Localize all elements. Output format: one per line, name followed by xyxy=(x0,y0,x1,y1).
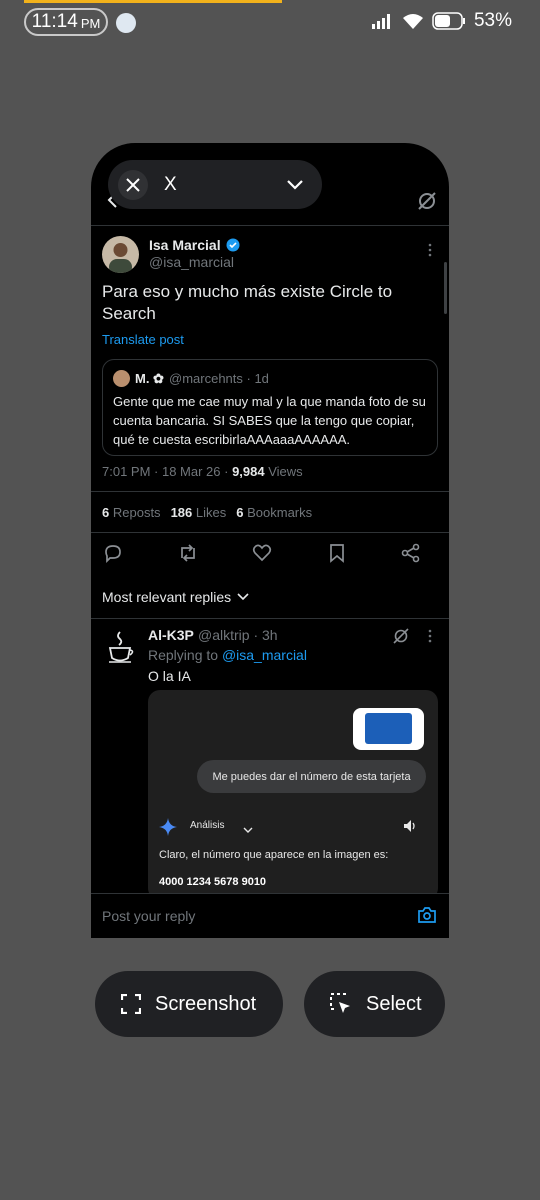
replies-filter-label: Most relevant replies xyxy=(102,589,232,605)
action-bar xyxy=(102,542,422,564)
post-time-date: 7:01 PM · 18 Mar 26 · xyxy=(102,464,233,479)
battery-icon xyxy=(432,12,465,30)
author-name[interactable]: Isa Marcial xyxy=(149,237,240,253)
speaker-icon xyxy=(402,818,418,839)
quote-author-name: M. ✿ xyxy=(135,371,164,386)
screenshot-frame-icon xyxy=(121,994,141,1014)
replying-to: Replying to @isa_marcial xyxy=(148,647,307,663)
gemini-star-icon xyxy=(159,818,177,841)
reply-author-name[interactable]: Al-K3P xyxy=(148,627,194,643)
select-label: Select xyxy=(366,992,422,1015)
divider xyxy=(91,225,449,226)
like-icon[interactable] xyxy=(251,542,273,564)
grok-icon[interactable] xyxy=(416,190,438,217)
chevron-down-icon xyxy=(243,821,253,839)
post-stats: 6 Reposts 186 Likes 6 Bookmarks xyxy=(102,505,312,520)
divider xyxy=(91,618,449,619)
reply-input[interactable]: Post your reply xyxy=(102,908,195,924)
replies-filter[interactable]: Most relevant replies xyxy=(102,589,249,605)
views-label: Views xyxy=(264,464,303,479)
user-message-bubble: Me puedes dar el número de esta tarjeta xyxy=(197,760,426,793)
x-logo-icon xyxy=(118,169,148,200)
reply-icon[interactable] xyxy=(102,542,124,564)
post-meta: 7:01 PM · 18 Mar 26 · 9,984 Views xyxy=(102,464,303,479)
assistant-answer: Claro, el número que aparece en la image… xyxy=(159,849,389,861)
more-options-icon[interactable] xyxy=(424,242,436,263)
divider xyxy=(91,532,449,533)
author-name-text: Isa Marcial xyxy=(149,237,221,253)
author-handle[interactable]: @isa_marcial xyxy=(149,254,234,270)
progress-line xyxy=(24,0,282,3)
app-name: X xyxy=(164,173,177,195)
reply-avatar[interactable] xyxy=(104,630,136,666)
bookmark-icon[interactable] xyxy=(326,542,348,564)
credit-card-image xyxy=(365,713,412,744)
likes-stat[interactable]: 186 Likes xyxy=(171,505,227,520)
clock-ampm: PM xyxy=(80,16,101,31)
screenshot-label: Screenshot xyxy=(155,992,257,1015)
quote-avatar xyxy=(113,370,130,387)
app-switcher-pill[interactable]: X xyxy=(108,160,322,209)
screenshot-button[interactable]: Screenshot xyxy=(95,971,283,1037)
verified-badge-icon xyxy=(226,238,240,252)
select-button[interactable]: Select xyxy=(304,971,445,1037)
signal-icon xyxy=(371,14,390,29)
chevron-down-icon xyxy=(237,593,249,601)
avatar[interactable] xyxy=(102,236,139,273)
quote-text: Gente que me cae muy mal y la que manda … xyxy=(113,394,426,447)
notification-icon xyxy=(116,13,136,33)
time-pill: 11:14 PM xyxy=(24,8,108,36)
reply-author-handle[interactable]: @alktrip · 3h xyxy=(198,627,278,643)
camera-icon[interactable] xyxy=(417,906,437,929)
wifi-icon xyxy=(402,13,423,29)
quote-author-handle: @marcehnts · 1d xyxy=(169,371,269,386)
divider xyxy=(91,491,449,492)
battery-percent: 53% xyxy=(473,10,512,31)
chevron-down-icon xyxy=(287,179,303,190)
select-area-icon xyxy=(330,993,352,1015)
translate-link[interactable]: Translate post xyxy=(102,332,184,347)
card-number: 4000 1234 5678 9010 xyxy=(159,876,267,888)
status-icons: 53% xyxy=(370,10,512,32)
assistant-label: Análisis xyxy=(190,820,225,831)
grok-icon[interactable] xyxy=(392,627,410,650)
clock-time: 11:14 xyxy=(31,11,78,32)
reply-text: O la IA xyxy=(148,668,191,684)
reposts-stat[interactable]: 6 Reposts xyxy=(102,505,161,520)
scrollbar[interactable] xyxy=(444,262,447,314)
post-text: Para eso y mucho más existe Circle to Se… xyxy=(102,282,393,323)
replying-to-handle[interactable]: @isa_marcial xyxy=(222,647,307,663)
more-options-icon[interactable] xyxy=(424,628,436,649)
views-count: 9,984 xyxy=(232,464,265,479)
share-icon[interactable] xyxy=(400,542,422,564)
repost-icon[interactable] xyxy=(177,542,199,564)
bookmarks-stat[interactable]: 6 Bookmarks xyxy=(236,505,312,520)
